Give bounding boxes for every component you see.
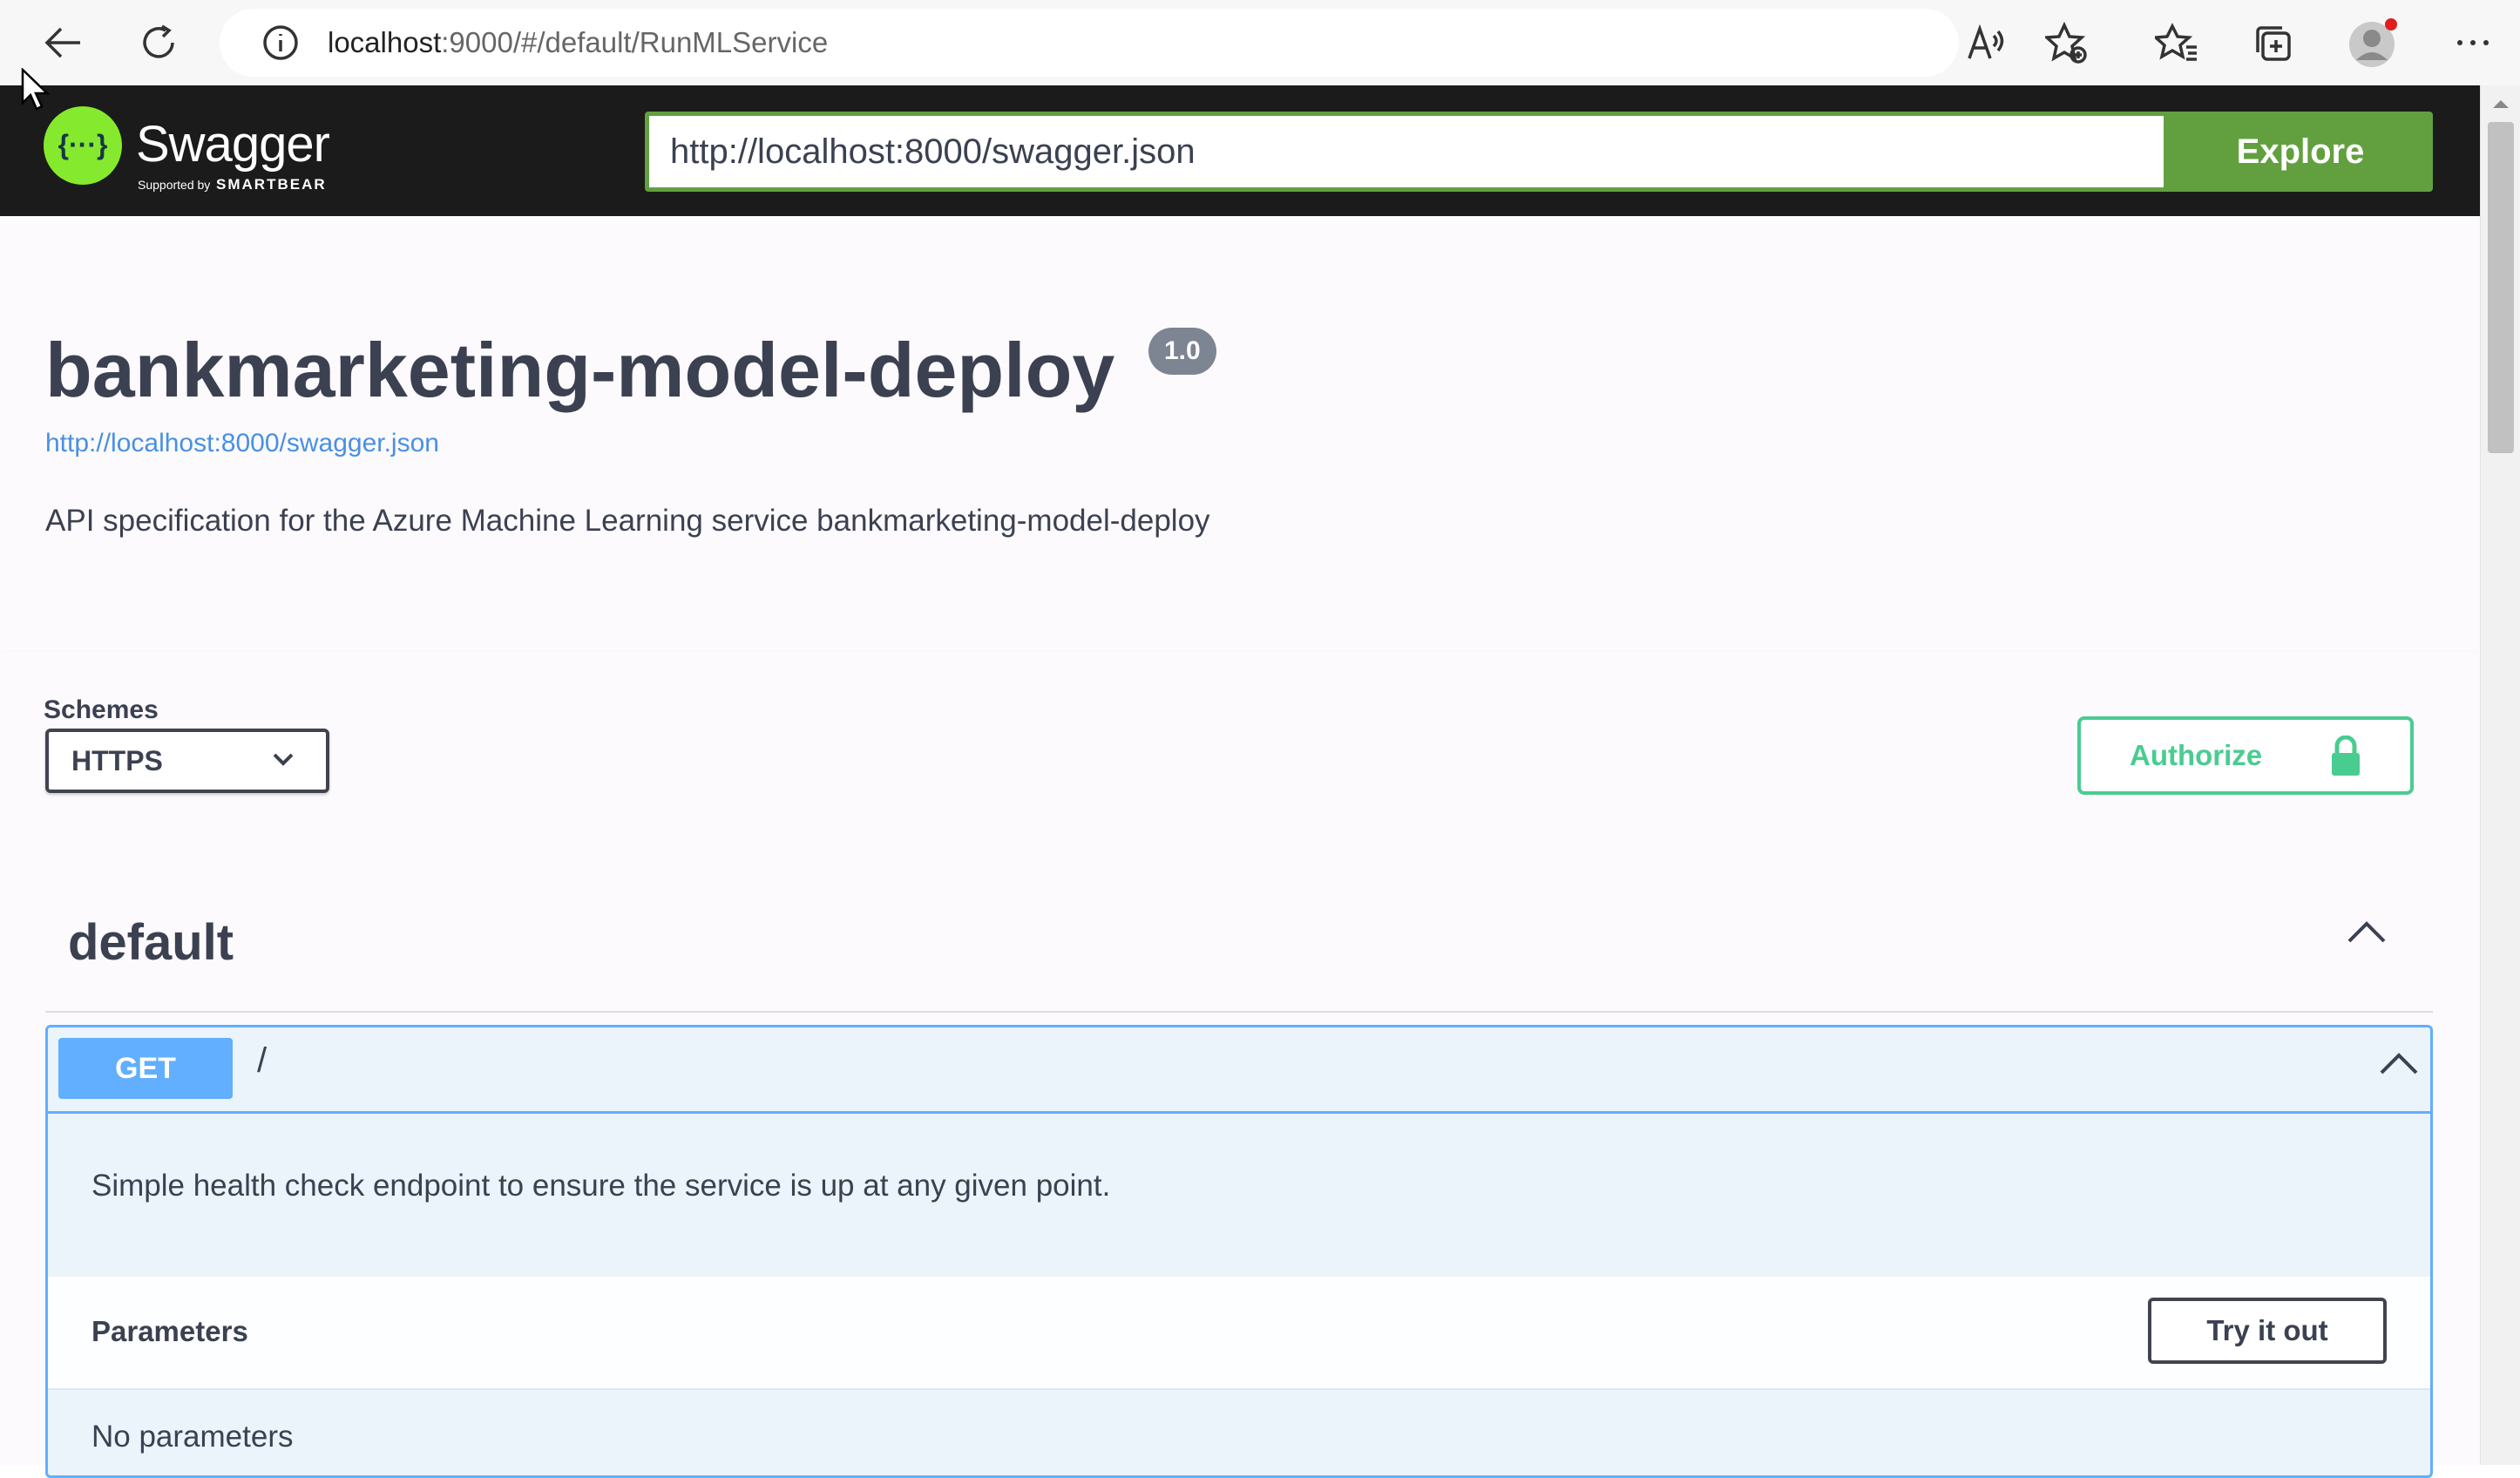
scrollbar-thumb[interactable] xyxy=(2488,122,2514,453)
method-badge: GET xyxy=(58,1038,233,1099)
tag-header-default[interactable]: default xyxy=(45,878,2433,1013)
swagger-logo-icon[interactable]: {···} xyxy=(44,106,122,185)
parameters-header: Parameters Try it out xyxy=(48,1277,2430,1390)
reload-icon[interactable] xyxy=(132,17,185,69)
read-aloud-icon[interactable] xyxy=(1961,17,2013,69)
back-arrow-icon[interactable] xyxy=(37,17,89,69)
operations-section: default GET / Simple health check endpoi… xyxy=(0,861,2480,1478)
spec-url-input[interactable] xyxy=(645,112,2168,192)
parameters-title: Parameters xyxy=(91,1315,248,1347)
no-parameters-text: No parameters xyxy=(91,1420,294,1454)
chevron-up-icon[interactable] xyxy=(2346,919,2388,949)
more-icon[interactable] xyxy=(2447,17,2499,69)
collections-icon[interactable] xyxy=(2246,17,2299,69)
favorites-icon[interactable] xyxy=(2151,17,2203,69)
api-description: API specification for the Azure Machine … xyxy=(45,504,1210,538)
profile-icon[interactable] xyxy=(2347,17,2400,69)
version-badge: 1.0 xyxy=(1148,328,1216,375)
scroll-up-arrow-icon[interactable] xyxy=(2491,98,2510,114)
schemes-label: Schemes xyxy=(44,695,159,724)
operation-description: Simple health check endpoint to ensure t… xyxy=(91,1169,1111,1203)
info-icon[interactable] xyxy=(254,17,307,69)
spec-link[interactable]: http://localhost:8000/swagger.json xyxy=(45,429,439,458)
try-it-out-button[interactable]: Try it out xyxy=(2148,1298,2387,1364)
address-url[interactable]: localhost:9000/#/default/RunMLService xyxy=(328,9,828,77)
add-favorite-icon[interactable] xyxy=(2041,17,2093,69)
tag-name: default xyxy=(68,914,234,971)
swagger-topbar: {···} Swagger Supported by SMARTBEAR Exp… xyxy=(0,85,2480,216)
operation-path: / xyxy=(257,1041,268,1080)
explore-button[interactable]: Explore xyxy=(2168,112,2433,192)
schemes-selected-value: HTTPS xyxy=(71,745,163,776)
chevron-up-icon[interactable] xyxy=(2378,1050,2420,1081)
address-bar[interactable]: localhost:9000/#/default/RunMLService xyxy=(220,9,1959,77)
browser-toolbar: localhost:9000/#/default/RunMLService xyxy=(0,0,2520,86)
scrollbar[interactable] xyxy=(2480,85,2520,1465)
operation-get-root: GET / Simple health check endpoint to en… xyxy=(45,1025,2433,1478)
scheme-container: Schemes HTTPS Authorize xyxy=(0,652,2480,861)
authorize-button[interactable]: Authorize xyxy=(2077,716,2414,795)
mouse-cursor-icon xyxy=(21,67,51,116)
chevron-down-icon xyxy=(272,751,295,771)
schemes-select[interactable]: HTTPS xyxy=(45,729,329,793)
info-section: bankmarketing-model-deploy 1.0 http://lo… xyxy=(0,216,2480,652)
authorize-label: Authorize xyxy=(2130,739,2263,771)
logo-subtitle: Supported by SMARTBEAR xyxy=(138,176,327,193)
api-title: bankmarketing-model-deploy xyxy=(45,327,1115,413)
lock-icon xyxy=(2328,735,2363,782)
svg-text:{···}: {···} xyxy=(58,129,108,160)
operation-summary[interactable]: GET / xyxy=(48,1027,2430,1114)
logo-name: Swagger xyxy=(136,116,330,173)
